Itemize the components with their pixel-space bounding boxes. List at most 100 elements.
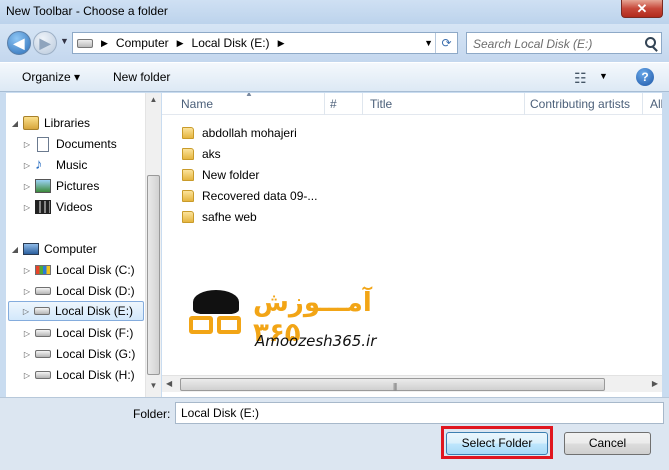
breadcrumb-computer[interactable]: Computer [116,36,169,50]
tree-label: Videos [56,200,93,214]
list-item[interactable]: safhe web [182,207,257,227]
search-box[interactable]: Search Local Disk (E:) [466,32,662,54]
expand-arrow-icon[interactable]: ▷ [22,182,32,191]
breadcrumb-separator-icon[interactable]: ▶ [278,38,285,49]
refresh-button[interactable]: ⟳ [435,33,457,53]
tree-label: Local Disk (D:) [56,284,135,298]
navigation-scrollbar[interactable]: ▲ ▼ [145,93,161,397]
expand-arrow-icon[interactable]: ▷ [22,371,32,380]
file-name: aks [202,147,221,161]
collapse-arrow-icon[interactable]: ◢ [10,119,20,128]
recent-pages-dropdown[interactable]: ▼ [60,36,69,46]
tree-item-drive-d[interactable]: ▷ Local Disk (D:) [22,281,135,301]
window-title: New Toolbar - Choose a folder [6,4,168,18]
expand-arrow-icon[interactable]: ▷ [22,329,32,338]
back-button[interactable]: ◀ [7,31,31,55]
breadcrumb-separator-icon[interactable]: ▶ [177,38,184,49]
tree-item-drive-f[interactable]: ▷ Local Disk (F:) [22,323,133,343]
expand-arrow-icon[interactable]: ▷ [22,350,32,359]
scrollbar-thumb[interactable]: ||| [180,378,605,391]
select-folder-button[interactable]: Select Folder [446,432,548,455]
scroll-right-icon[interactable]: ▶ [652,379,658,388]
search-icon[interactable] [645,37,656,48]
search-placeholder: Search Local Disk (E:) [473,37,593,51]
column-title[interactable]: Title [370,97,392,111]
column-contributing-artists[interactable]: Contributing artists [530,97,630,111]
view-options-icon[interactable]: ☷ [574,70,587,87]
documents-icon [37,136,49,152]
column-divider[interactable] [324,93,325,115]
cancel-button[interactable]: Cancel [564,432,651,455]
tree-item-pictures[interactable]: ▷ Pictures [22,176,99,196]
tree-item-computer[interactable]: ◢ Computer [10,239,97,259]
title-bar: New Toolbar - Choose a folder ✕ [0,0,669,24]
breadcrumb-local-disk-e[interactable]: Local Disk (E:) [192,36,270,50]
tree-item-documents[interactable]: ▷ Documents [22,134,117,154]
scroll-down-icon[interactable]: ▼ [146,381,161,390]
libraries-icon [23,116,39,130]
tree-item-videos[interactable]: ▷ Videos [22,197,92,217]
tree-item-drive-h[interactable]: ▷ Local Disk (H:) [22,365,135,385]
mascot-icon [187,290,241,356]
expand-arrow-icon[interactable]: ▷ [22,287,32,296]
drive-icon [34,307,50,315]
tree-item-drive-g[interactable]: ▷ Local Disk (G:) [22,344,135,364]
column-divider[interactable] [524,93,525,115]
tree-label: Local Disk (F:) [56,326,134,340]
scrollbar-thumb[interactable] [147,175,160,375]
file-name: Recovered data 09-... [202,189,318,203]
tree-label: Music [56,158,88,172]
expand-arrow-icon[interactable]: ▷ [22,266,32,275]
column-divider[interactable] [362,93,363,115]
new-folder-button[interactable]: New folder [113,70,170,84]
tree-item-libraries[interactable]: ◢ Libraries [10,113,90,133]
navigation-pane: ◢ Libraries ▷ Documents ▷ ♪ Music ▷ Pict… [6,93,161,397]
collapse-arrow-icon[interactable]: ◢ [10,245,20,254]
column-album[interactable]: Alb [650,97,662,111]
expand-arrow-icon[interactable]: ▷ [22,161,32,170]
music-icon: ♪ [35,156,43,173]
breadcrumb-separator-icon[interactable]: ▶ [101,38,108,49]
tree-item-drive-c[interactable]: ▷ Local Disk (C:) [22,260,135,280]
navigation-bar: ◀ ▶ ▼ ▶ Computer ▶ Local Disk (E:) ▶ ▼ ⟳… [0,24,669,62]
tree-label: Libraries [44,116,91,130]
scroll-left-icon[interactable]: ◀ [166,379,172,388]
forward-button[interactable]: ▶ [33,31,57,55]
tree-item-drive-e[interactable]: ▷ Local Disk (E:) [8,301,144,321]
folder-field[interactable] [175,402,664,424]
organize-button[interactable]: Organize ▾ [22,70,80,84]
videos-icon [35,200,51,214]
tree-item-music[interactable]: ▷ ♪ Music [22,155,87,175]
tree-label: Local Disk (G:) [56,347,136,361]
list-item[interactable]: abdollah mohajeri [182,123,297,143]
address-bar[interactable]: ▶ Computer ▶ Local Disk (E:) ▶ ▼ ⟳ [72,32,458,54]
drive-icon [35,350,51,358]
tree-label: Local Disk (E:) [55,304,134,318]
column-divider[interactable] [642,93,643,115]
list-item[interactable]: aks [182,144,221,164]
list-item[interactable]: New folder [182,165,259,185]
close-button[interactable]: ✕ [621,0,663,18]
scroll-up-icon[interactable]: ▲ [146,95,161,104]
tree-label: Documents [56,137,117,151]
column-name[interactable]: Name [181,97,213,111]
command-bar: Organize ▾ New folder ☷ ▼ ? [0,62,669,92]
column-number[interactable]: # [330,97,337,111]
drive-icon [35,371,51,379]
expand-arrow-icon[interactable]: ▷ [22,203,32,212]
grip-icon: ||| [393,382,397,391]
folder-icon [182,169,194,181]
list-item[interactable]: Recovered data 09-... [182,186,317,206]
watermark-logo: آمـــوزش ۳۶۵ Amoozesh365.ir [183,284,423,364]
sort-ascending-icon: ▲ [245,93,253,98]
expand-arrow-icon[interactable]: ▷ [22,140,32,149]
address-dropdown-icon[interactable]: ▼ [424,38,433,48]
view-dropdown-icon[interactable]: ▼ [599,71,608,81]
file-name: safhe web [202,210,257,224]
horizontal-scrollbar[interactable]: ◀ ||| ▶ [162,375,662,392]
help-button[interactable]: ? [636,68,654,86]
folder-icon [182,148,194,160]
expand-arrow-icon[interactable]: ▷ [21,307,31,316]
tree-label: Computer [44,242,97,256]
drive-icon [35,287,51,295]
